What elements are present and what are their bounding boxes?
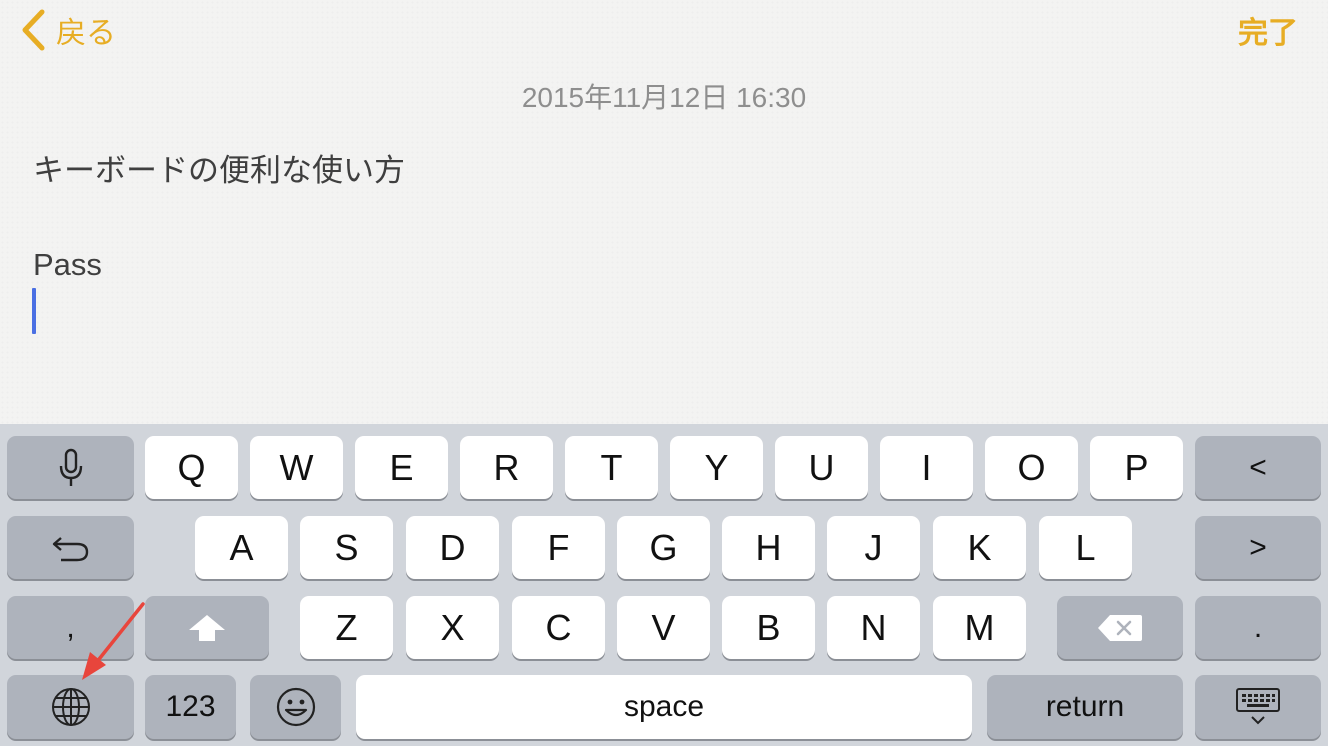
- delete-key[interactable]: [1057, 596, 1183, 659]
- keyboard: Q W E R T Y U I O P < A S D F G H J K L …: [0, 424, 1328, 746]
- key-e[interactable]: E: [355, 436, 448, 499]
- backspace-icon: [1098, 614, 1142, 641]
- key-z[interactable]: Z: [300, 596, 393, 659]
- note-body-line[interactable]: Pass: [33, 247, 102, 283]
- key-p[interactable]: P: [1090, 436, 1183, 499]
- key-v[interactable]: V: [617, 596, 710, 659]
- key-x[interactable]: X: [406, 596, 499, 659]
- key-t[interactable]: T: [565, 436, 658, 499]
- comma-key[interactable]: ,: [7, 596, 134, 659]
- key-k[interactable]: K: [933, 516, 1026, 579]
- key-r[interactable]: R: [460, 436, 553, 499]
- undo-icon: [52, 536, 88, 561]
- dismiss-keyboard-key[interactable]: [1195, 675, 1321, 739]
- key-h[interactable]: H: [722, 516, 815, 579]
- period-key[interactable]: .: [1195, 596, 1321, 659]
- note-date: 2015年11月12日 16:30: [521, 82, 807, 113]
- undo-key[interactable]: [7, 516, 134, 579]
- cursor-right-key[interactable]: >: [1195, 516, 1321, 579]
- back-label: 戻る: [56, 16, 116, 51]
- key-f[interactable]: F: [512, 516, 605, 579]
- key-o[interactable]: O: [985, 436, 1078, 499]
- key-a[interactable]: A: [195, 516, 288, 579]
- key-q[interactable]: Q: [145, 436, 238, 499]
- key-u[interactable]: U: [775, 436, 868, 499]
- microphone-icon: [59, 448, 82, 486]
- key-c[interactable]: C: [512, 596, 605, 659]
- emoji-key[interactable]: [250, 675, 341, 739]
- back-button[interactable]: 戻る: [20, 8, 116, 52]
- key-i[interactable]: I: [880, 436, 973, 499]
- key-y[interactable]: Y: [670, 436, 763, 499]
- done-button[interactable]: 完了: [1238, 8, 1298, 52]
- chevron-left-icon: [22, 9, 45, 51]
- shift-arrow-icon: [189, 614, 225, 641]
- keyboard-dismiss-icon: [1236, 688, 1280, 725]
- key-n[interactable]: N: [827, 596, 920, 659]
- notes-editor: 戻る 完了 2015年11月12日 16:30 キーボードの便利な使い方 Pas…: [0, 0, 1328, 424]
- text-caret: [32, 288, 36, 334]
- key-j[interactable]: J: [827, 516, 920, 579]
- numbers-key[interactable]: 123: [145, 675, 236, 739]
- dictation-key[interactable]: [7, 436, 134, 499]
- note-title[interactable]: キーボードの便利な使い方: [33, 145, 405, 190]
- space-key[interactable]: space: [356, 675, 972, 739]
- globe-icon: [51, 688, 90, 726]
- key-s[interactable]: S: [300, 516, 393, 579]
- shift-key[interactable]: [145, 596, 269, 659]
- key-d[interactable]: D: [406, 516, 499, 579]
- key-l[interactable]: L: [1039, 516, 1132, 579]
- emoji-smiley-icon: [276, 687, 315, 727]
- key-m[interactable]: M: [933, 596, 1026, 659]
- key-b[interactable]: B: [722, 596, 815, 659]
- key-g[interactable]: G: [617, 516, 710, 579]
- return-key[interactable]: return: [987, 675, 1183, 739]
- key-w[interactable]: W: [250, 436, 343, 499]
- cursor-left-key[interactable]: <: [1195, 436, 1321, 499]
- globe-key[interactable]: [7, 675, 134, 739]
